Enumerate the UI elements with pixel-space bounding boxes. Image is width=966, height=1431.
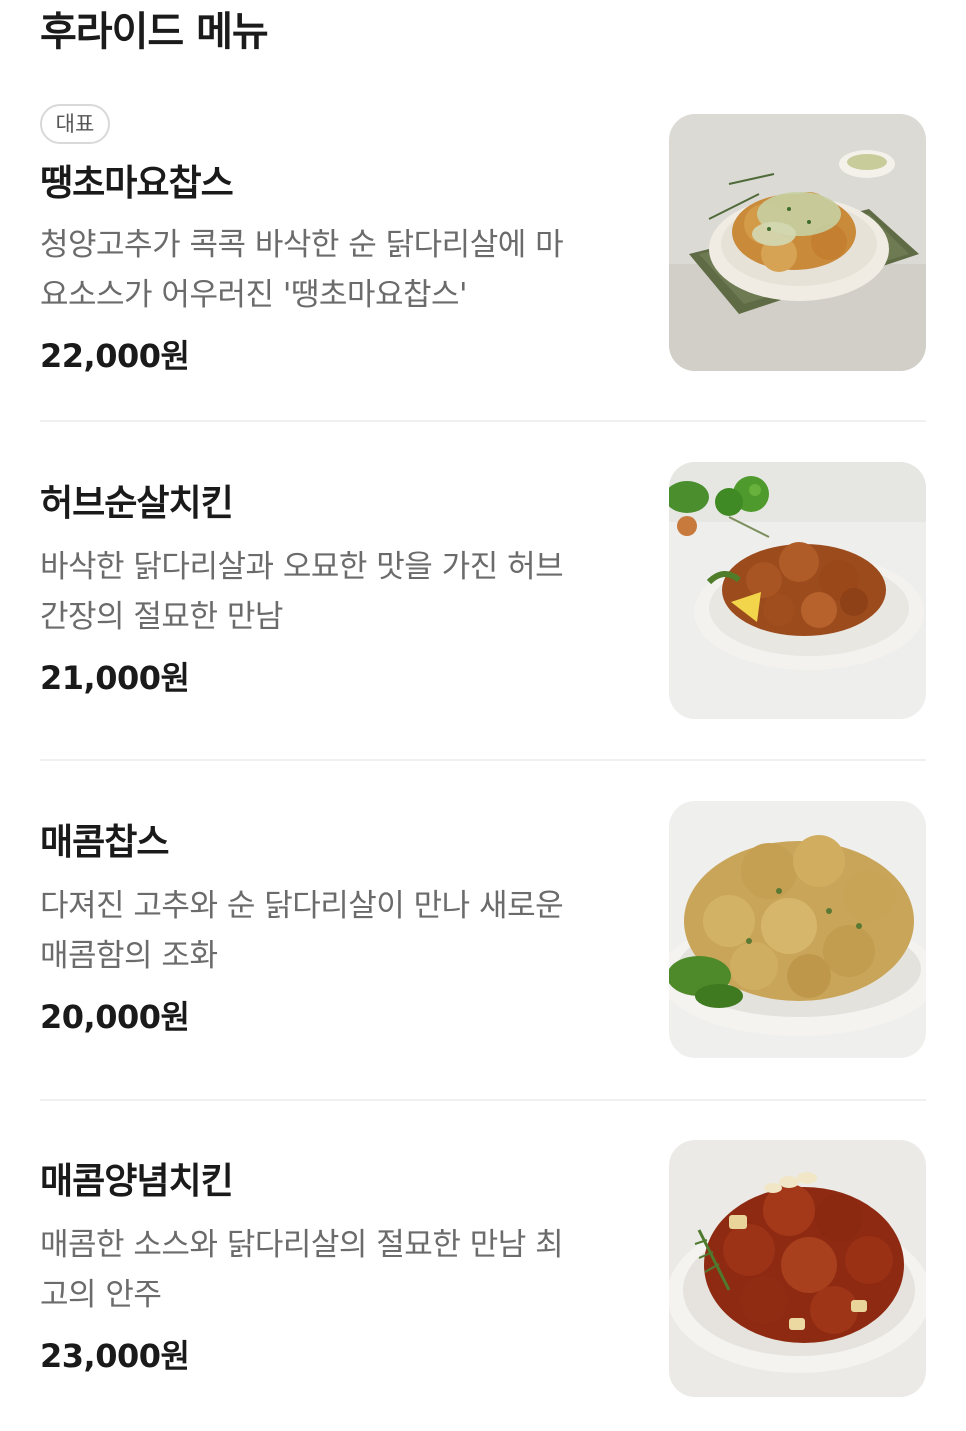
item-name: 매콤양념치킨 [40,1161,234,1202]
divider [40,420,926,422]
menu-item[interactable]: 매콤양념치킨 매콤한 소스와 닭다리살의 절묘한 만남 최 고의 안주 23,0… [40,1140,926,1400]
divider [40,759,926,761]
spicy-yangnyeom-photo[interactable] [669,1140,926,1397]
item-name: 매콤찹스 [40,822,169,863]
item-description: 청양고추가 콕콕 바삭한 순 닭다리살에 마 요소스가 어우러진 '땡초마요찹스… [40,220,640,320]
item-description-line: 매콤한 소스와 닭다리살의 절묘한 만남 최 [40,1227,564,1263]
item-price: 21,000원 [40,659,190,697]
section-title: 후라이드 메뉴 [40,9,269,55]
menu-item[interactable]: 허브순살치킨 바삭한 닭다리살과 오묘한 맛을 가진 허브 간장의 절묘한 만남… [40,462,926,722]
item-name: 땡초마요찹스 [40,163,234,204]
item-description: 매콤한 소스와 닭다리살의 절묘한 만남 최 고의 안주 [40,1220,640,1320]
item-price: 20,000원 [40,998,190,1036]
item-description-line: 매콤함의 조화 [40,938,218,974]
menu-item[interactable]: 매콤찹스 다져진 고추와 순 닭다리살이 만나 새로운 매콤함의 조화 20,0… [40,801,926,1061]
signature-badge: 대표 [40,104,110,144]
item-description-line: 바삭한 닭다리살과 오묘한 맛을 가진 허브 [40,549,564,585]
item-description-line: 다져진 고추와 순 닭다리살이 만나 새로운 [40,888,564,924]
item-description: 다져진 고추와 순 닭다리살이 만나 새로운 매콤함의 조화 [40,881,640,981]
menu-item[interactable]: 대표 땡초마요찹스 청양고추가 콕콕 바삭한 순 닭다리살에 마 요소스가 어우… [40,104,926,375]
herb-chicken-photo[interactable] [669,462,926,719]
item-description-line: 청양고추가 콕콕 바삭한 순 닭다리살에 마 [40,227,564,263]
item-description-line: 요소스가 어우러진 '땡초마요찹스' [40,277,468,313]
item-description-line: 간장의 절묘한 만남 [40,599,283,635]
item-name: 허브순살치킨 [40,483,234,524]
item-description: 바삭한 닭다리살과 오묘한 맛을 가진 허브 간장의 절묘한 만남 [40,542,640,642]
item-description-line: 고의 안주 [40,1277,162,1313]
spicy-chops-photo[interactable] [669,801,926,1058]
item-price: 23,000원 [40,1337,190,1375]
divider [40,1099,926,1101]
item-price: 22,000원 [40,337,190,375]
chicken-mayo-photo[interactable] [669,114,926,371]
